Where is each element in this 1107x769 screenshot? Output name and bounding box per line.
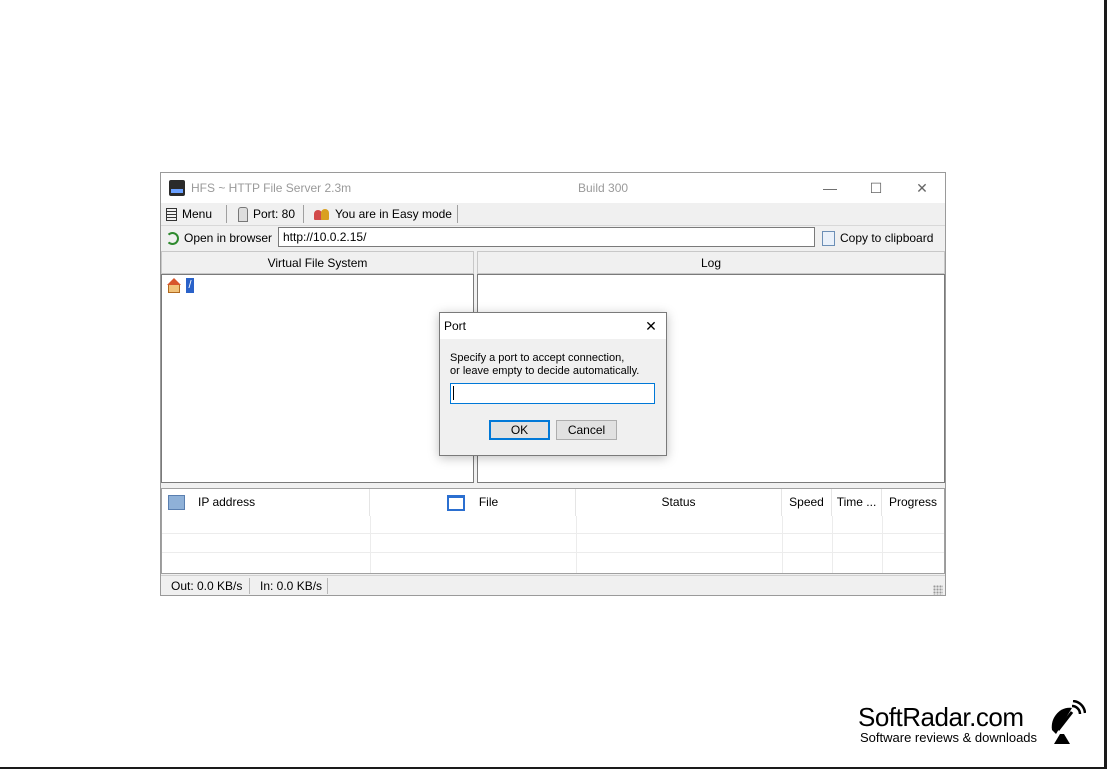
home-icon — [167, 278, 183, 293]
port-dialog: Port ✕ Specify a port to accept connecti… — [439, 312, 667, 456]
menu-button[interactable]: Menu — [166, 205, 212, 223]
plug-icon — [238, 206, 248, 222]
toolbar-separator — [226, 205, 227, 223]
dialog-title-bar[interactable]: Port ✕ — [440, 313, 666, 339]
out-speed: Out: 0.0 KB/s — [171, 579, 243, 593]
vfs-panel-header: Virtual File System — [161, 251, 474, 274]
cancel-button[interactable]: Cancel — [556, 420, 617, 440]
resize-grip-icon[interactable] — [933, 585, 943, 595]
col-file-label: File — [478, 495, 499, 509]
title-bar[interactable]: HFS ~ HTTP File Server 2.3m Build 300 — … — [161, 173, 945, 203]
users-icon — [314, 208, 330, 221]
url-field[interactable]: http://10.0.2.15/ — [278, 227, 815, 247]
port-label: Port: 80 — [253, 207, 296, 221]
col-progress[interactable]: Progress — [882, 489, 944, 516]
status-separator — [327, 578, 328, 594]
col-time[interactable]: Time ... — [832, 489, 882, 516]
toolbar-separator — [457, 205, 458, 223]
dialog-title: Port — [444, 319, 467, 333]
connections-list[interactable]: IP address File Status Speed Time ... Pr… — [161, 488, 945, 574]
in-speed: In: 0.0 KB/s — [260, 579, 323, 593]
watermark-subtitle: Software reviews & downloads — [860, 730, 1038, 745]
log-panel-header: Log — [477, 251, 945, 274]
copy-to-clipboard-button[interactable]: Copy to clipboard — [822, 229, 933, 247]
toolbar-separator — [303, 205, 304, 223]
vfs-root-item[interactable]: / — [186, 278, 194, 293]
satellite-dish-icon — [1051, 700, 1086, 744]
prompt-line-1: Specify a port to accept connection, — [450, 352, 625, 364]
text-caret — [453, 386, 454, 400]
window-icon — [446, 494, 465, 511]
connections-header: IP address File Status Speed Time ... Pr… — [162, 489, 944, 516]
port-input[interactable] — [450, 383, 655, 404]
maximize-button[interactable]: ☐ — [853, 173, 899, 203]
menu-icon — [166, 207, 177, 221]
minimize-button[interactable]: — — [807, 173, 853, 203]
column-divider — [782, 516, 783, 573]
hfs-app-icon — [169, 180, 185, 196]
open-in-browser-button[interactable]: Open in browser — [166, 229, 272, 247]
clipboard-icon — [822, 230, 835, 246]
column-divider — [882, 516, 883, 573]
column-divider — [576, 516, 577, 573]
watermark-title: SoftRadar.com — [858, 702, 1024, 732]
open-in-browser-label: Open in browser — [184, 231, 273, 245]
column-divider — [370, 516, 371, 573]
close-button[interactable]: ✕ — [899, 173, 945, 203]
open-arrow-icon — [166, 231, 179, 245]
dialog-prompt: Specify a port to accept connection, or … — [450, 352, 660, 378]
column-divider — [832, 516, 833, 573]
table-row — [162, 552, 944, 572]
port-button[interactable]: Port: 80 — [238, 205, 295, 223]
col-file[interactable]: File — [370, 489, 576, 516]
status-bar: Out: 0.0 KB/s In: 0.0 KB/s — [161, 575, 945, 596]
main-toolbar: Menu Port: 80 You are in Easy mode — [161, 203, 945, 226]
dialog-close-button[interactable]: ✕ — [636, 313, 666, 339]
vfs-tree[interactable]: / — [161, 274, 474, 483]
mode-button[interactable]: You are in Easy mode — [314, 205, 452, 223]
copy-to-clipboard-label: Copy to clipboard — [840, 231, 934, 245]
prompt-line-2: or leave empty to decide automatically. — [450, 365, 640, 377]
menu-label: Menu — [182, 207, 213, 221]
col-ip-label: IP address — [198, 495, 256, 509]
col-status[interactable]: Status — [576, 489, 782, 516]
col-speed[interactable]: Speed — [782, 489, 832, 516]
window-title: HFS ~ HTTP File Server 2.3m — [191, 181, 352, 195]
status-separator — [249, 578, 250, 594]
ok-button[interactable]: OK — [489, 420, 550, 440]
network-icon — [168, 495, 185, 511]
table-row — [162, 533, 944, 553]
mode-label: You are in Easy mode — [335, 207, 452, 221]
build-label: Build 300 — [578, 181, 629, 195]
col-ip-address[interactable]: IP address — [162, 489, 370, 516]
